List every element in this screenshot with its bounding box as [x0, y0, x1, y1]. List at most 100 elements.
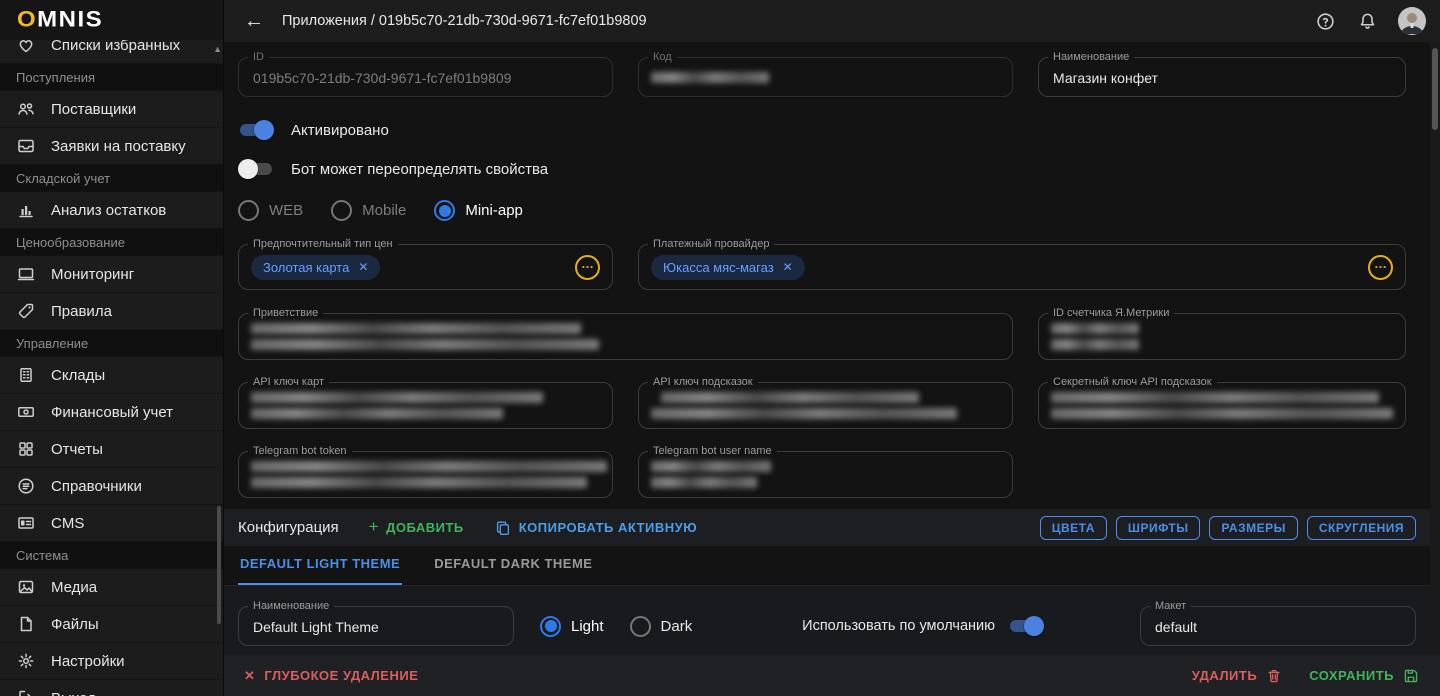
bar-chart-icon [16, 200, 36, 220]
cms-icon [16, 513, 36, 533]
sidebar-item-favorites-lists[interactable]: Списки избранных [0, 40, 223, 64]
back-button[interactable]: ← [244, 11, 264, 31]
fonts-button[interactable]: ШРИФТЫ [1116, 516, 1201, 540]
configuration-bar: Конфигурация + ДОБАВИТЬ КОПИРОВАТЬ АКТИВ… [224, 509, 1440, 546]
sidebar-item-label: Отчеты [51, 441, 103, 458]
redacted-value [251, 323, 581, 334]
sidebar-item-label: Мониторинг [51, 266, 134, 283]
redacted-value [251, 477, 587, 488]
deep-delete-button[interactable]: ✕ ГЛУБОКОЕ УДАЛЕНИЕ [244, 668, 418, 684]
theme-name-label: Наименование [248, 600, 334, 612]
greeting-label: Приветствие [248, 307, 323, 319]
sidebar-item-label: Заявки на поставку [51, 138, 186, 155]
sidebar-item-logout[interactable]: Выход [0, 680, 223, 696]
name-field[interactable]: Наименование Магазин конфет [1038, 57, 1406, 97]
payment-provider-more-icon[interactable]: … [1368, 255, 1393, 280]
save-button[interactable]: СОХРАНИТЬ [1309, 667, 1420, 685]
radio-web-circle [238, 200, 259, 221]
sidebar-item-files[interactable]: Файлы [0, 606, 223, 643]
radio-web[interactable]: WEB [238, 200, 303, 221]
radio-dark[interactable]: Dark [630, 616, 693, 637]
maps-api-key-field[interactable]: API ключ карт [238, 382, 613, 429]
sidebar-item-monitoring[interactable]: Мониторинг [0, 256, 223, 293]
layout-value: default [1141, 607, 1415, 645]
topbar: ← Приложения / 019b5c70-21db-730d-9671-f… [224, 0, 1440, 42]
main-scrollbar-thumb[interactable] [1432, 48, 1438, 130]
sidebar: OMNIS ▲ Списки избранных Поступления Пос… [0, 0, 224, 696]
redacted-value [651, 461, 771, 472]
sidebar-item-cms[interactable]: CMS [0, 505, 223, 542]
suggest-api-key-field[interactable]: API ключ подсказок [638, 382, 1013, 429]
breadcrumb: Приложения / 019b5c70-21db-730d-9671-fc7… [282, 13, 647, 29]
main-scrollbar-track[interactable] [1430, 42, 1440, 655]
people-icon [16, 99, 36, 119]
payment-provider-chip[interactable]: Юкасса мяс-магаз ✕ [651, 255, 805, 280]
bot-override-toggle-label: Бот может переопределять свойства [291, 161, 548, 178]
id-field-label: ID [248, 51, 269, 63]
sidebar-item-warehouses[interactable]: Склады [0, 357, 223, 394]
id-field[interactable]: ID 019b5c70-21db-730d-9671-fc7ef01b9809 [238, 57, 613, 97]
suggest-api-secret-label: Секретный ключ API подсказок [1048, 376, 1217, 388]
layout-field[interactable]: Макет default [1140, 606, 1416, 646]
use-by-default-toggle[interactable] [1008, 616, 1044, 636]
notifications-bell-icon[interactable] [1356, 10, 1378, 32]
colors-button[interactable]: ЦВЕТА [1040, 516, 1107, 540]
content: ID 019b5c70-21db-730d-9671-fc7ef01b9809 … [224, 42, 1440, 696]
sidebar-item-suppliers[interactable]: Поставщики [0, 91, 223, 128]
price-type-more-icon[interactable]: … [575, 255, 600, 280]
sidebar-item-directories[interactable]: Справочники [0, 468, 223, 505]
image-icon [16, 577, 36, 597]
monitor-icon [16, 264, 36, 284]
delete-button[interactable]: УДАЛИТЬ [1192, 667, 1284, 685]
activated-toggle[interactable] [238, 120, 274, 140]
roundings-button[interactable]: СКРУГЛЕНИЯ [1307, 516, 1416, 540]
code-field[interactable]: Код [638, 57, 1013, 97]
sidebar-item-rules[interactable]: Правила [0, 293, 223, 330]
chip-remove-icon[interactable]: ✕ [358, 260, 368, 274]
user-avatar[interactable] [1398, 7, 1426, 35]
x-icon: ✕ [244, 668, 255, 684]
payment-provider-label: Платежный провайдер [648, 238, 774, 250]
tag-icon [16, 301, 36, 321]
bot-override-toggle-row: Бот может переопределять свойства [238, 159, 1440, 179]
heart-icon [16, 40, 36, 55]
sidebar-item-label: Анализ остатков [51, 202, 166, 219]
sidebar-item-settings[interactable]: Настройки [0, 643, 223, 680]
metrika-field[interactable]: ID счетчика Я.Метрики [1038, 313, 1406, 360]
sidebar-scrollbar-thumb[interactable] [217, 506, 221, 624]
bot-override-toggle[interactable] [238, 159, 274, 179]
building-icon [16, 365, 36, 385]
help-icon[interactable] [1314, 10, 1336, 32]
radio-mobile[interactable]: Mobile [331, 200, 406, 221]
radio-light[interactable]: Light [540, 616, 604, 637]
sidebar-item-supply-requests[interactable]: Заявки на поставку [0, 128, 223, 165]
price-type-field[interactable]: Предпочтительный тип цен Золотая карта ✕… [238, 244, 613, 290]
sidebar-scroll-up-arrow[interactable]: ▲ [213, 44, 222, 54]
sidebar-item-label: Правила [51, 303, 112, 320]
logout-icon [16, 688, 36, 696]
chip-remove-icon[interactable]: ✕ [783, 260, 793, 274]
tab-default-light-theme[interactable]: DEFAULT LIGHT THEME [238, 546, 402, 585]
sidebar-item-label: Склады [51, 367, 105, 384]
price-type-chip[interactable]: Золотая карта ✕ [251, 255, 380, 280]
sizes-button[interactable]: РАЗМЕРЫ [1209, 516, 1297, 540]
sidebar-item-financial-accounting[interactable]: Финансовый учет [0, 394, 223, 431]
sidebar-item-label: Списки избранных [51, 40, 180, 54]
suggest-api-secret-field[interactable]: Секретный ключ API подсказок [1038, 382, 1406, 429]
radio-mini-app[interactable]: Mini-app [434, 200, 523, 221]
sidebar-item-label: CMS [51, 515, 84, 532]
telegram-bot-token-field[interactable]: Telegram bot token [238, 451, 613, 498]
use-by-default-label: Использовать по умолчанию [802, 618, 995, 634]
sidebar-item-reports[interactable]: Отчеты [0, 431, 223, 468]
add-configuration-button[interactable]: + ДОБАВИТЬ [369, 519, 464, 537]
redacted-value [251, 392, 543, 403]
sidebar-item-stock-analysis[interactable]: Анализ остатков [0, 192, 223, 229]
telegram-bot-username-field[interactable]: Telegram bot user name [638, 451, 1013, 498]
greeting-field[interactable]: Приветствие [238, 313, 1013, 360]
id-field-value: 019b5c70-21db-730d-9671-fc7ef01b9809 [239, 58, 612, 96]
tab-default-dark-theme[interactable]: DEFAULT DARK THEME [432, 546, 594, 585]
theme-name-field[interactable]: Наименование Default Light Theme [238, 606, 514, 646]
payment-provider-field[interactable]: Платежный провайдер Юкасса мяс-магаз ✕ … [638, 244, 1406, 290]
sidebar-item-media[interactable]: Медиа [0, 569, 223, 606]
copy-active-configuration-button[interactable]: КОПИРОВАТЬ АКТИВНУЮ [494, 519, 697, 537]
